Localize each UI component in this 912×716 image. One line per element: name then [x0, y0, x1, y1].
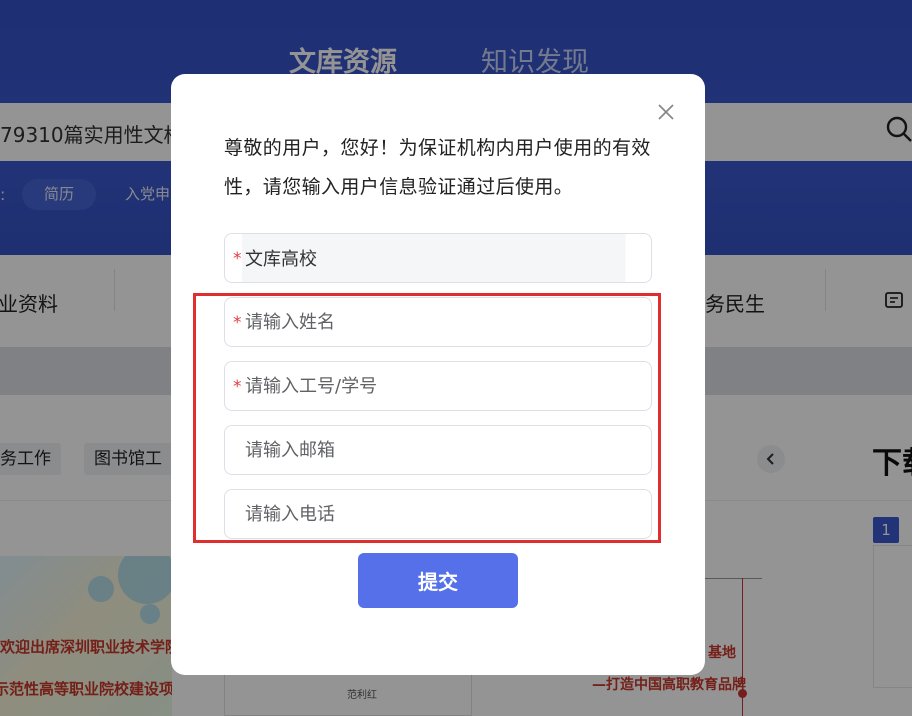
phone-input[interactable]	[225, 490, 651, 538]
name-field[interactable]: *	[224, 297, 652, 347]
employee-id-input[interactable]	[225, 362, 651, 410]
institution-field[interactable]: *	[224, 233, 652, 283]
modal-message: 尊敬的用户，您好！为保证机构内用户使用的有效性，请您输入用户信息验证通过后使用。	[224, 137, 651, 198]
phone-field[interactable]	[224, 489, 652, 539]
required-mark: *	[233, 249, 242, 269]
email-input[interactable]	[225, 426, 651, 474]
required-mark: *	[233, 313, 242, 333]
name-input[interactable]	[225, 298, 651, 346]
email-field[interactable]	[224, 425, 652, 475]
employee-id-field[interactable]: *	[224, 361, 652, 411]
close-button[interactable]	[657, 103, 675, 121]
institution-input[interactable]	[225, 234, 651, 282]
submit-button[interactable]: 提交	[358, 553, 518, 608]
required-mark: *	[233, 377, 242, 397]
verification-modal: 尊敬的用户，您好！为保证机构内用户使用的有效性，请您输入用户信息验证通过后使用。…	[171, 74, 705, 675]
close-icon	[658, 104, 674, 120]
